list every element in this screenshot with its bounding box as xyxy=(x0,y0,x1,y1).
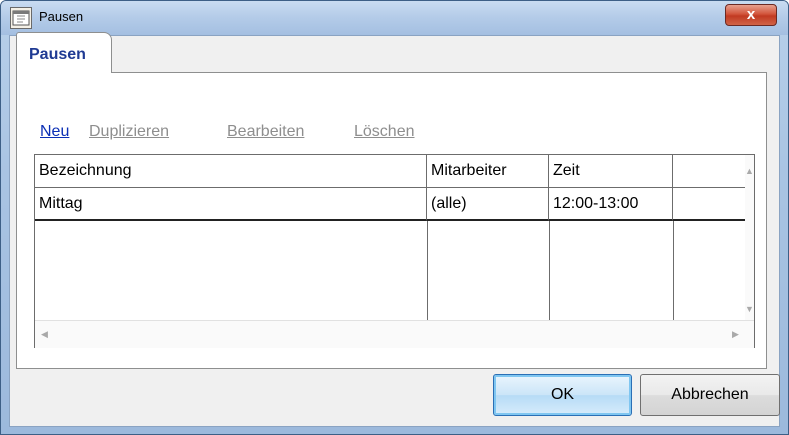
horizontal-scrollbar[interactable]: ◀ ▶ xyxy=(35,320,754,348)
duplicate-link[interactable]: Duplizieren xyxy=(89,123,169,141)
column-header-filler xyxy=(673,155,745,188)
breaks-table: Bezeichnung Mitarbeiter Zeit Mittag (all… xyxy=(34,154,755,348)
column-divider xyxy=(549,221,550,320)
window-title: Pausen xyxy=(39,9,84,24)
cell-zeit[interactable]: 12:00-13:00 xyxy=(549,188,673,221)
calendar-icon xyxy=(10,7,32,29)
close-button[interactable]: x xyxy=(725,4,777,26)
scroll-right-arrow-icon[interactable]: ▶ xyxy=(732,330,739,339)
column-divider xyxy=(427,221,428,320)
ok-button[interactable]: OK xyxy=(493,374,632,416)
edit-link[interactable]: Bearbeiten xyxy=(227,123,304,141)
column-divider xyxy=(673,221,674,320)
new-link[interactable]: Neu xyxy=(40,123,69,141)
cell-bezeichnung[interactable]: Mittag xyxy=(35,188,427,221)
scroll-down-arrow-icon[interactable]: ▼ xyxy=(745,305,754,314)
scroll-left-arrow-icon[interactable]: ◀ xyxy=(41,330,48,339)
tab-label: Pausen xyxy=(29,46,86,63)
delete-link[interactable]: Löschen xyxy=(354,123,415,141)
vertical-scrollbar[interactable]: ▲ ▼ xyxy=(745,155,754,320)
cancel-button[interactable]: Abbrechen xyxy=(640,374,780,416)
scroll-up-arrow-icon[interactable]: ▲ xyxy=(745,167,754,176)
column-header-bezeichnung[interactable]: Bezeichnung xyxy=(35,155,427,188)
column-header-mitarbeiter[interactable]: Mitarbeiter xyxy=(427,155,549,188)
column-header-zeit[interactable]: Zeit xyxy=(549,155,673,188)
tab-pausen[interactable]: Pausen xyxy=(16,32,112,73)
cell-filler xyxy=(673,188,745,221)
title-bar[interactable]: Pausen x xyxy=(1,1,788,35)
cell-mitarbeiter[interactable]: (alle) xyxy=(427,188,549,221)
table-row[interactable]: Mittag (alle) 12:00-13:00 xyxy=(35,188,745,221)
close-icon: x xyxy=(746,6,756,23)
